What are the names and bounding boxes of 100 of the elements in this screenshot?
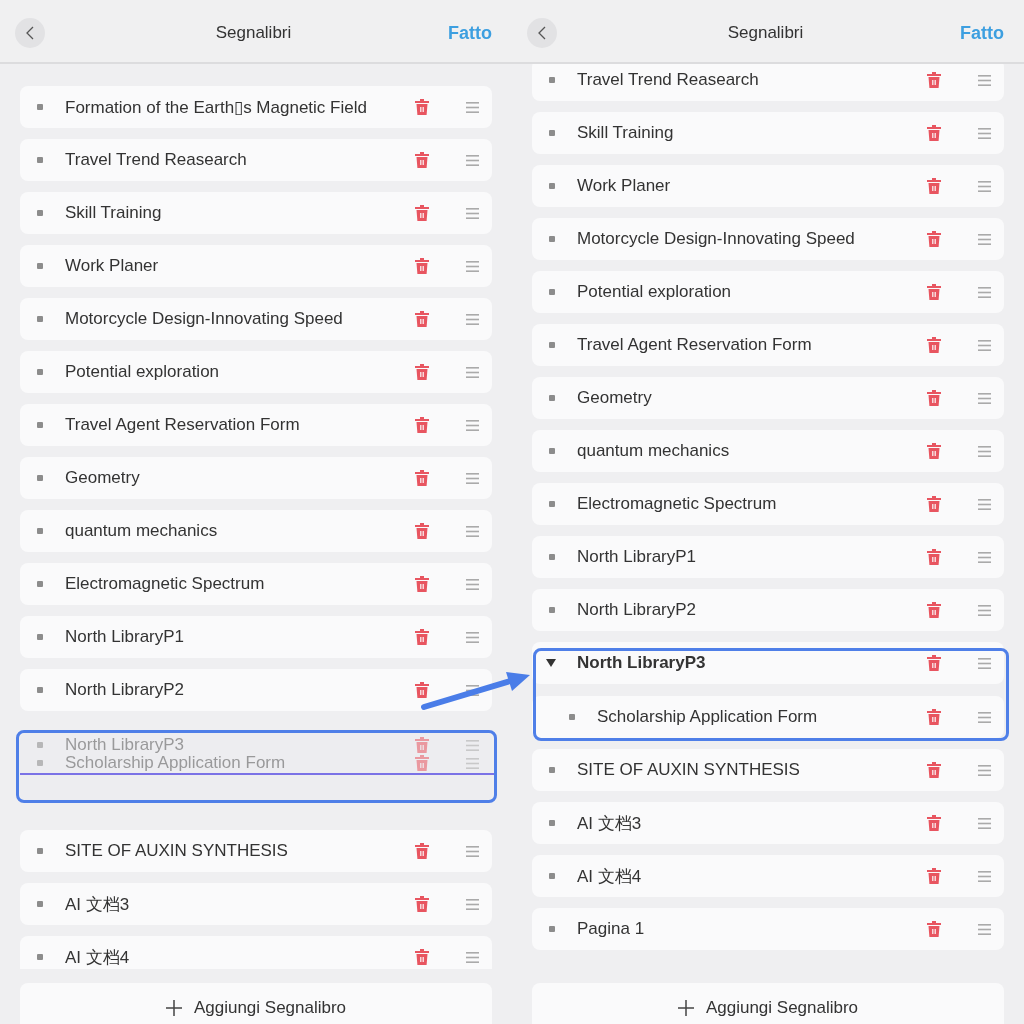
caret-icon[interactable]	[546, 659, 556, 667]
trash-icon[interactable]	[927, 284, 941, 300]
bookmark-row[interactable]: Scholarship Application Form	[532, 696, 1004, 738]
trash-icon[interactable]	[927, 655, 941, 671]
bookmark-row[interactable]: Pagina 1	[532, 908, 1004, 950]
trash-icon[interactable]	[927, 549, 941, 565]
trash-icon[interactable]	[927, 390, 941, 406]
drag-handle-icon[interactable]	[978, 604, 991, 616]
drag-handle-icon[interactable]	[978, 870, 991, 882]
bookmark-row[interactable]: North LibraryP2	[20, 669, 492, 711]
trash-icon[interactable]	[415, 417, 429, 433]
bookmark-row[interactable]: Travel Trend Reasearch	[20, 139, 492, 181]
drag-handle-icon[interactable]	[466, 101, 479, 113]
trash-icon[interactable]	[415, 682, 429, 698]
trash-icon[interactable]	[415, 470, 429, 486]
trash-icon[interactable]	[927, 921, 941, 937]
bookmark-group-row[interactable]: North LibraryP3	[532, 642, 1004, 684]
back-button[interactable]	[527, 18, 557, 48]
bookmark-row[interactable]: Work Planer	[532, 165, 1004, 207]
trash-icon[interactable]	[927, 602, 941, 618]
drag-handle-icon[interactable]	[466, 154, 479, 166]
drag-handle-icon[interactable]	[466, 419, 479, 431]
bookmark-row[interactable]: SITE OF AUXIN SYNTHESIS	[532, 749, 1004, 791]
drag-handle-icon[interactable]	[466, 757, 479, 769]
drag-handle-icon[interactable]	[466, 578, 479, 590]
bookmark-row[interactable]: Skill Training	[20, 192, 492, 234]
trash-icon[interactable]	[415, 843, 429, 859]
trash-icon[interactable]	[415, 364, 429, 380]
drag-handle-icon[interactable]	[978, 392, 991, 404]
trash-icon[interactable]	[927, 868, 941, 884]
bookmark-row[interactable]: Work Planer	[20, 245, 492, 287]
bookmark-row[interactable]: Travel Agent Reservation Form	[532, 324, 1004, 366]
trash-icon[interactable]	[415, 755, 429, 771]
bookmark-row[interactable]: North LibraryP1	[532, 536, 1004, 578]
bookmark-row[interactable]: AI 文档3	[20, 883, 492, 925]
drag-handle-icon[interactable]	[978, 551, 991, 563]
bookmark-row[interactable]: Motorcycle Design-Innovating Speed	[20, 298, 492, 340]
drag-handle-icon[interactable]	[978, 498, 991, 510]
trash-icon[interactable]	[415, 311, 429, 327]
drag-handle-icon[interactable]	[466, 260, 479, 272]
trash-icon[interactable]	[415, 205, 429, 221]
trash-icon[interactable]	[927, 443, 941, 459]
trash-icon[interactable]	[415, 737, 429, 753]
bookmark-row[interactable]: North LibraryP1	[20, 616, 492, 658]
bookmark-row[interactable]: Skill Training	[532, 112, 1004, 154]
trash-icon[interactable]	[415, 258, 429, 274]
drag-handle-icon[interactable]	[978, 923, 991, 935]
drag-handle-icon[interactable]	[978, 233, 991, 245]
trash-icon[interactable]	[415, 99, 429, 115]
bookmark-row[interactable]: AI 文档4	[532, 855, 1004, 897]
bookmark-row[interactable]: Travel Agent Reservation Form	[20, 404, 492, 446]
drag-handle-icon[interactable]	[466, 207, 479, 219]
trash-icon[interactable]	[415, 629, 429, 645]
trash-icon[interactable]	[927, 762, 941, 778]
trash-icon[interactable]	[415, 523, 429, 539]
drag-handle-icon[interactable]	[466, 366, 479, 378]
drag-handle-icon[interactable]	[466, 631, 479, 643]
drag-handle-icon[interactable]	[466, 845, 479, 857]
trash-icon[interactable]	[927, 178, 941, 194]
drag-handle-icon[interactable]	[978, 339, 991, 351]
drag-handle-icon[interactable]	[466, 525, 479, 537]
drag-handle-icon[interactable]	[978, 180, 991, 192]
bookmark-row[interactable]: Geometry	[20, 457, 492, 499]
drag-handle-icon[interactable]	[466, 951, 479, 963]
drag-handle-icon[interactable]	[978, 657, 991, 669]
drag-handle-icon[interactable]	[466, 898, 479, 910]
drag-handle-icon[interactable]	[466, 472, 479, 484]
trash-icon[interactable]	[927, 231, 941, 247]
bookmark-row[interactable]: quantum mechanics	[20, 510, 492, 552]
bookmark-row[interactable]: Potential exploration	[532, 271, 1004, 313]
bookmark-row[interactable]: quantum mechanics	[532, 430, 1004, 472]
trash-icon[interactable]	[415, 949, 429, 965]
bookmark-row[interactable]: AI 文档4	[20, 936, 492, 969]
add-bookmark-button[interactable]: Aggiungi Segnalibro	[532, 983, 1004, 1024]
drag-handle-icon[interactable]	[466, 684, 479, 696]
trash-icon[interactable]	[927, 125, 941, 141]
bookmark-row[interactable]: Motorcycle Design-Innovating Speed	[532, 218, 1004, 260]
trash-icon[interactable]	[927, 815, 941, 831]
bookmark-row[interactable]: Geometry	[532, 377, 1004, 419]
trash-icon[interactable]	[415, 576, 429, 592]
bookmark-row[interactable]: Electromagnetic Spectrum	[532, 483, 1004, 525]
drag-handle-icon[interactable]	[978, 711, 991, 723]
drag-handle-icon[interactable]	[978, 764, 991, 776]
bookmark-row[interactable]: Formation of the Earth▯s Magnetic Field	[20, 86, 492, 128]
back-button[interactable]	[15, 18, 45, 48]
bookmark-row[interactable]: Potential exploration	[20, 351, 492, 393]
drag-handle-icon[interactable]	[466, 739, 479, 751]
bookmark-row[interactable]: AI 文档3	[532, 802, 1004, 844]
drag-handle-icon[interactable]	[978, 127, 991, 139]
trash-icon[interactable]	[415, 896, 429, 912]
add-bookmark-button[interactable]: Aggiungi Segnalibro	[20, 983, 492, 1024]
trash-icon[interactable]	[415, 152, 429, 168]
drag-handle-icon[interactable]	[978, 817, 991, 829]
trash-icon[interactable]	[927, 72, 941, 88]
drag-handle-icon[interactable]	[466, 313, 479, 325]
bookmark-row[interactable]: SITE OF AUXIN SYNTHESIS	[20, 830, 492, 872]
trash-icon[interactable]	[927, 496, 941, 512]
trash-icon[interactable]	[927, 709, 941, 725]
drag-handle-icon[interactable]	[978, 445, 991, 457]
drag-handle-icon[interactable]	[978, 74, 991, 86]
